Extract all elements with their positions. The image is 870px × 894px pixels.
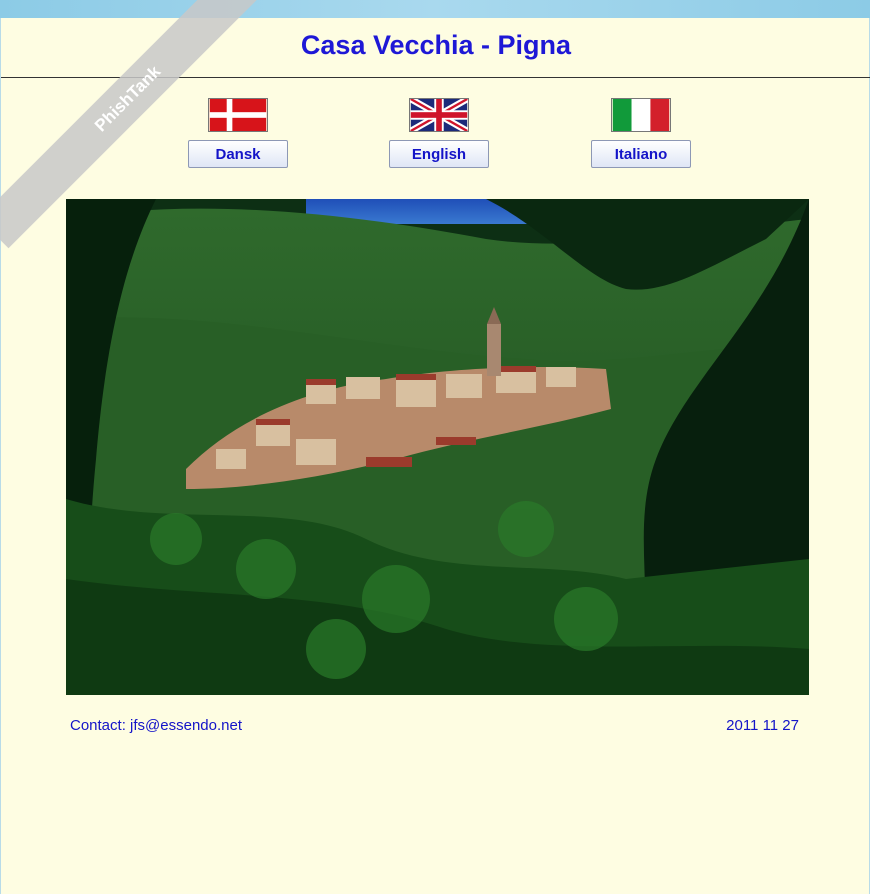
village-photo — [66, 199, 809, 695]
browser-top-strip — [0, 0, 870, 18]
page-title: Casa Vecchia - Pigna — [300, 30, 572, 60]
contact-info: Contact: jfs@essendo.net — [70, 717, 242, 734]
language-option-italiano: Italiano — [591, 98, 691, 168]
language-option-dansk: Dansk — [188, 98, 288, 168]
united-kingdom-flag-icon[interactable] — [409, 98, 469, 132]
italiano-button[interactable]: Italiano — [591, 140, 691, 168]
contact-email-link[interactable]: jfs@essendo.net — [130, 717, 242, 734]
page-date: 2011 11 27 — [726, 717, 799, 734]
english-button[interactable]: English — [389, 140, 489, 168]
page-container: Casa Vecchia - Pigna Dansk English Itali… — [0, 18, 870, 894]
italy-flag-icon[interactable] — [611, 98, 671, 132]
language-option-english: English — [389, 98, 489, 168]
contact-label: Contact: — [70, 717, 126, 734]
denmark-flag-icon[interactable] — [208, 98, 268, 132]
dansk-button[interactable]: Dansk — [188, 140, 288, 168]
